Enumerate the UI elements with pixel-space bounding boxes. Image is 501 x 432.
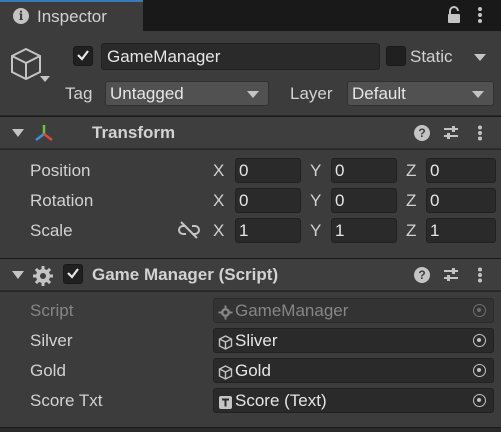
script-component-title: Game Manager (Script): [92, 265, 279, 284]
scale-z-field[interactable]: 1: [426, 218, 496, 243]
position-y-field[interactable]: 0: [331, 158, 397, 183]
scale-y-field[interactable]: 1: [331, 218, 397, 243]
position-z-field[interactable]: 0: [426, 158, 496, 183]
tab-inspector[interactable]: i Inspector: [0, 0, 143, 31]
component-menu-icon[interactable]: [477, 125, 483, 146]
script-reference-field: GameManager: [213, 298, 494, 323]
static-checkbox[interactable]: [386, 46, 406, 66]
score-txt-reference-value: Score (Text): [235, 391, 327, 410]
info-icon: i: [13, 8, 29, 24]
transform-icon: [33, 123, 55, 148]
position-label: Position: [30, 161, 91, 180]
script-enabled-checkbox[interactable]: [63, 264, 83, 284]
axis-z-label: Z: [406, 221, 417, 240]
inspector-bottom-divider: [0, 427, 501, 432]
axis-y-label: Y: [310, 161, 322, 180]
gameobject-name-field[interactable]: GameManager: [101, 43, 380, 70]
layer-label: Layer: [290, 84, 333, 103]
gameobject-header: GameManager Static Tag Untagged Layer De…: [0, 31, 501, 115]
layer-dropdown[interactable]: Default: [347, 81, 494, 106]
axis-y-label: Y: [310, 191, 322, 210]
axis-x-label: X: [213, 161, 225, 180]
active-checkbox[interactable]: [73, 46, 93, 66]
lock-icon[interactable]: [447, 6, 461, 29]
rotation-label: Rotation: [30, 191, 94, 210]
tab-menu-icon[interactable]: [477, 6, 483, 29]
component-menu-icon[interactable]: [477, 267, 483, 288]
gold-reference-field[interactable]: Gold: [213, 358, 494, 383]
axis-y-label: Y: [310, 221, 322, 240]
silver-reference-value: Sliver: [235, 331, 278, 350]
help-icon[interactable]: ?: [414, 125, 430, 141]
tag-dropdown[interactable]: Untagged: [105, 81, 269, 106]
rotation-y-field[interactable]: 0: [331, 188, 397, 213]
static-label: Static: [410, 47, 453, 66]
silver-field-label: Silver: [30, 331, 73, 350]
script-gear-icon: [32, 265, 54, 292]
tab-inspector-label: Inspector: [37, 7, 107, 26]
constrain-proportions-icon[interactable]: [178, 220, 200, 245]
presets-icon[interactable]: [443, 125, 459, 146]
object-picker-icon[interactable]: [473, 334, 486, 347]
object-picker-icon[interactable]: [473, 364, 486, 377]
script-icon: [218, 303, 233, 326]
cube-icon: [218, 363, 233, 386]
tag-dropdown-value: Untagged: [110, 84, 184, 103]
gameobject-cube-icon[interactable]: [9, 46, 43, 87]
script-reference-value: GameManager: [235, 301, 349, 320]
transform-header[interactable]: Transform ?: [0, 116, 501, 149]
axis-z-label: Z: [406, 161, 417, 180]
transform-row-scale: Scale X 1 Y 1 Z 1: [0, 218, 501, 245]
object-picker-icon: [473, 304, 486, 317]
cube-icon: [218, 333, 233, 356]
script-field-label: Script: [30, 301, 74, 320]
help-icon[interactable]: ?: [414, 267, 430, 283]
scale-x-field[interactable]: 1: [235, 218, 301, 243]
text-component-icon: [218, 393, 233, 416]
position-x-field[interactable]: 0: [235, 158, 301, 183]
axis-z-label: Z: [406, 191, 417, 210]
score-txt-reference-field[interactable]: Score (Text): [213, 388, 494, 413]
foldout-arrow-icon[interactable]: [12, 271, 24, 279]
transform-row-position: Position X 0 Y 0 Z 0: [0, 158, 501, 185]
rotation-x-field[interactable]: 0: [235, 188, 301, 213]
transform-row-rotation: Rotation X 0 Y 0 Z 0: [0, 188, 501, 215]
chevron-down-icon: [472, 91, 484, 98]
transform-body: Position X 0 Y 0 Z 0 Rotation X 0 Y 0 Z …: [0, 150, 501, 258]
layer-dropdown-value: Default: [352, 84, 406, 103]
icon-dropdown-caret-icon[interactable]: [40, 76, 50, 82]
tag-label: Tag: [65, 84, 93, 103]
foldout-arrow-icon[interactable]: [12, 129, 24, 137]
transform-title: Transform: [92, 123, 176, 142]
script-component-body: Script GameManager Silver Sliver Gold Go…: [0, 292, 501, 427]
gold-field-label: Gold: [30, 361, 66, 380]
rotation-z-field[interactable]: 0: [426, 188, 496, 213]
object-picker-icon[interactable]: [473, 394, 486, 407]
gold-reference-value: Gold: [235, 361, 271, 380]
scale-label: Scale: [30, 221, 73, 240]
static-dropdown-icon[interactable]: [474, 54, 486, 61]
silver-reference-field[interactable]: Sliver: [213, 328, 494, 353]
score-txt-field-label: Score Txt: [30, 391, 103, 410]
axis-x-label: X: [213, 221, 225, 240]
tab-bar: i Inspector: [0, 0, 501, 31]
presets-icon[interactable]: [443, 267, 459, 288]
chevron-down-icon: [247, 91, 259, 98]
axis-x-label: X: [213, 191, 225, 210]
script-component-header[interactable]: Game Manager (Script) ?: [0, 258, 501, 291]
